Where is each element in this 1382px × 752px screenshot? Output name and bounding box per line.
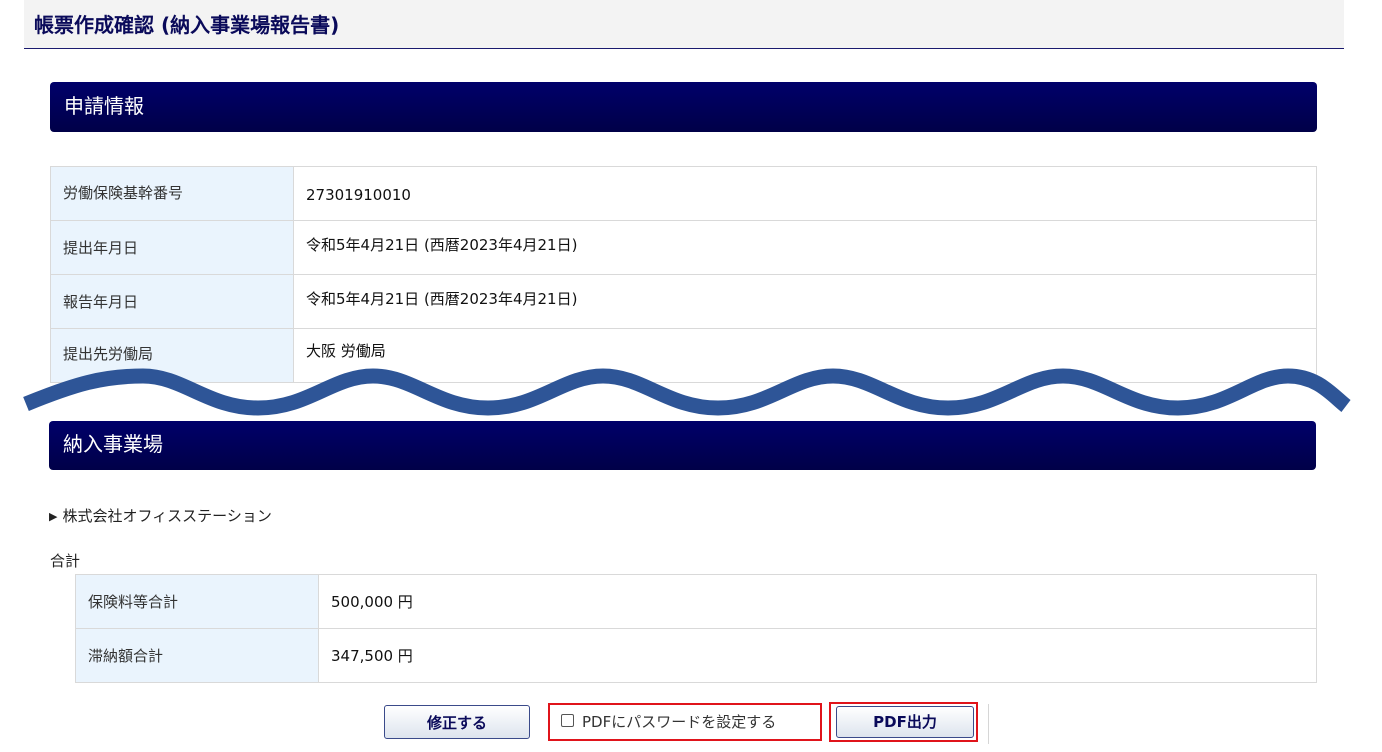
- field-value-arrears-total: 347,500 円: [318, 628, 1317, 683]
- table-row: 保険料等合計 500,000 円: [75, 574, 1317, 629]
- table-row: 報告年月日 令和5年4月21日 (西暦2023年4月21日): [50, 274, 1317, 329]
- section-header-delivery-sites: 納入事業場: [49, 421, 1316, 470]
- pdf-password-checkbox[interactable]: [561, 714, 574, 727]
- field-value-premium-total: 500,000 円: [318, 574, 1317, 629]
- company-name: 株式会社オフィスステーション: [62, 507, 272, 525]
- field-value-insurance-number: 27301910010: [293, 166, 1317, 221]
- totals-label: 合計: [50, 552, 81, 570]
- pdf-password-option[interactable]: PDFにパスワードを設定する: [548, 703, 822, 741]
- expand-triangle-icon: ▶: [49, 510, 58, 523]
- company-toggle[interactable]: ▶ 株式会社オフィスステーション: [49, 505, 272, 526]
- totals-table: 保険料等合計 500,000 円 滞納額合計 347,500 円: [75, 574, 1317, 683]
- pdf-output-button[interactable]: PDF出力: [836, 706, 974, 738]
- application-info-table: 労働保険基幹番号 27301910010 提出年月日 令和5年4月21日 (西暦…: [50, 166, 1317, 383]
- page-header: 帳票作成確認 (納入事業場報告書): [24, 0, 1344, 49]
- table-row: 提出年月日 令和5年4月21日 (西暦2023年4月21日): [50, 220, 1317, 275]
- field-value-submission-date: 令和5年4月21日 (西暦2023年4月21日): [293, 220, 1317, 275]
- field-label-submission-date: 提出年月日: [50, 220, 294, 275]
- wave-divider: [23, 368, 1351, 416]
- section-header-application-info: 申請情報: [50, 82, 1317, 132]
- edit-button[interactable]: 修正する: [384, 705, 530, 739]
- divider: [988, 704, 989, 744]
- page-title: 帳票作成確認 (納入事業場報告書): [34, 13, 340, 37]
- pdf-password-label: PDFにパスワードを設定する: [582, 713, 777, 731]
- field-label-premium-total: 保険料等合計: [75, 574, 319, 629]
- table-row: 労働保険基幹番号 27301910010: [50, 166, 1317, 221]
- table-row: 滞納額合計 347,500 円: [75, 628, 1317, 683]
- field-value-report-date: 令和5年4月21日 (西暦2023年4月21日): [293, 274, 1317, 329]
- field-label-report-date: 報告年月日: [50, 274, 294, 329]
- field-label-arrears-total: 滞納額合計: [75, 628, 319, 683]
- field-label-insurance-number: 労働保険基幹番号: [50, 166, 294, 221]
